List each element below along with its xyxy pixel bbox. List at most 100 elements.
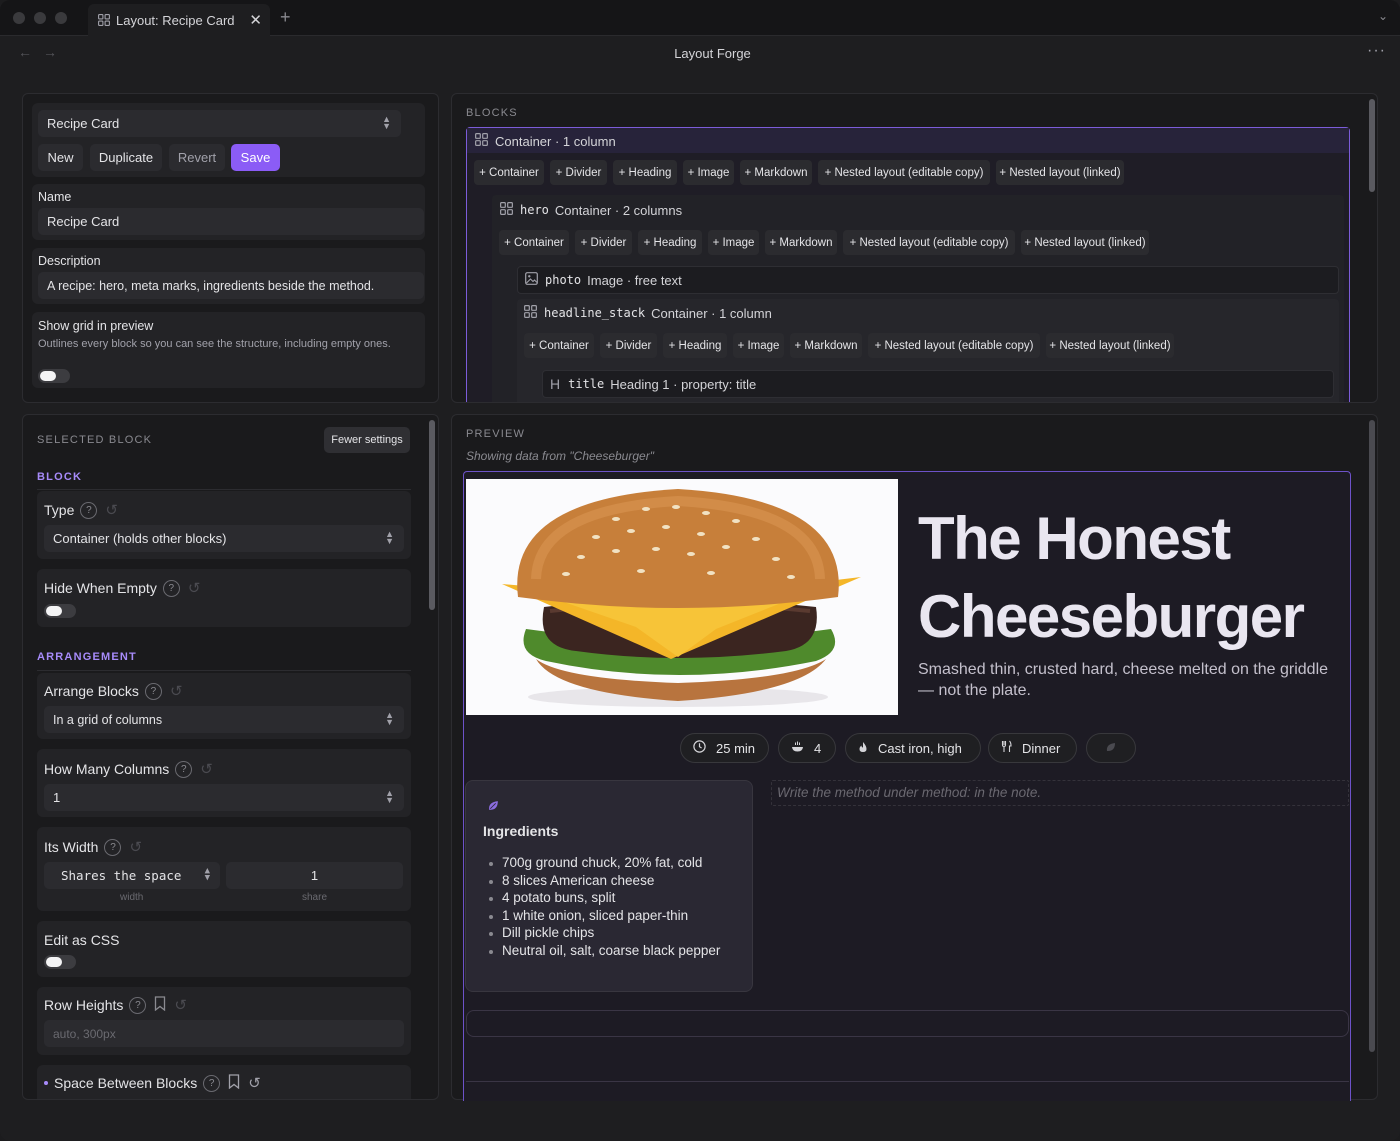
tree-node-title[interactable]: H title Heading 1 · property: title [542, 370, 1334, 398]
reset-icon[interactable]: ↺ [188, 579, 201, 597]
save-button[interactable]: Save [231, 144, 280, 171]
reset-icon[interactable]: ↺ [200, 760, 213, 778]
add-markdown-button[interactable]: + Markdown [740, 160, 812, 185]
type-label-row: Type ? ↺ [44, 501, 118, 519]
help-icon[interactable]: ? [203, 1074, 221, 1092]
add-nested-copy-button[interactable]: + Nested layout (editable copy) [843, 230, 1015, 255]
time-chip: 25 min [680, 733, 769, 763]
grid-icon [500, 202, 513, 218]
space-between-label: Space Between Blocks [54, 1075, 198, 1091]
add-nested-linked-button[interactable]: + Nested layout (linked) [996, 160, 1124, 185]
help-icon[interactable]: ? [144, 682, 162, 700]
selected-block-scrollbar[interactable] [429, 420, 435, 610]
edit-as-css-label: Edit as CSS [44, 932, 120, 948]
reset-icon[interactable]: ↺ [105, 501, 118, 519]
help-icon[interactable]: ? [80, 501, 98, 519]
clock-icon [693, 740, 706, 756]
preview-scrollbar[interactable] [1369, 420, 1375, 1052]
add-markdown-button[interactable]: + Markdown [765, 230, 837, 255]
reset-icon[interactable]: ↺ [248, 1074, 261, 1092]
add-image-button[interactable]: + Image [683, 160, 734, 185]
add-divider-button[interactable]: + Divider [550, 160, 607, 185]
updown-chevron-icon: ▲ ▼ [385, 529, 394, 546]
show-grid-label: Show grid in preview [38, 319, 154, 333]
row-heights-field[interactable]: auto, 300px [44, 1020, 404, 1047]
add-container-button[interactable]: + Container [499, 230, 569, 255]
grid-icon [524, 305, 537, 321]
name-field[interactable]: Recipe Card [38, 208, 424, 235]
app-title: Layout Forge [674, 46, 751, 61]
reset-icon[interactable]: ↺ [129, 838, 142, 856]
type-select-value: Container (holds other blocks) [53, 531, 227, 546]
bookmark-icon[interactable] [228, 1074, 240, 1092]
add-image-button[interactable]: + Image [733, 333, 784, 358]
add-heading-button[interactable]: + Heading [663, 333, 727, 358]
tab-layout-recipe-card[interactable]: Layout: Recipe Card ✕ [88, 4, 270, 36]
blocks-scrollbar[interactable] [1369, 99, 1375, 192]
description-label: Description [38, 254, 101, 268]
add-markdown-button[interactable]: + Markdown [790, 333, 862, 358]
add-heading-button[interactable]: + Heading [613, 160, 677, 185]
new-button[interactable]: New [38, 144, 83, 171]
reset-icon[interactable]: ↺ [170, 682, 183, 700]
add-divider-button[interactable]: + Divider [575, 230, 632, 255]
method-block[interactable]: Write the method under method: in the no… [771, 780, 1349, 806]
photo-node-type: Image · free text [587, 272, 682, 288]
add-nested-copy-button[interactable]: + Nested layout (editable copy) [818, 160, 990, 185]
new-tab-icon[interactable]: + [280, 7, 291, 28]
selected-block-panel: SELECTED BLOCK Fewer settings BLOCK Type… [22, 414, 439, 1100]
add-divider-button[interactable]: + Divider [600, 333, 657, 358]
updown-chevron-icon: ▲ ▼ [385, 788, 394, 805]
add-container-button[interactable]: + Container [474, 160, 544, 185]
add-nested-copy-button[interactable]: + Nested layout (editable copy) [868, 333, 1040, 358]
its-width-mode-select[interactable]: Shares the space ▲ ▼ [44, 862, 220, 889]
close-tab-icon[interactable]: ✕ [249, 11, 262, 29]
close-window-button[interactable] [13, 12, 25, 24]
modified-dot-icon [44, 1081, 48, 1085]
chevron-down-icon[interactable]: ⌄ [1378, 9, 1388, 23]
revert-button[interactable]: Revert [169, 144, 225, 171]
arrange-blocks-select[interactable]: In a grid of columns ▲ ▼ [44, 706, 404, 733]
list-item: 4 potato buns, split [489, 889, 742, 907]
add-image-button[interactable]: + Image [708, 230, 759, 255]
description-field[interactable]: A recipe: hero, meta marks, ingredients … [38, 272, 424, 299]
tree-node-photo[interactable]: photo Image · free text [517, 266, 1339, 294]
help-icon[interactable]: ? [162, 579, 180, 597]
show-grid-toggle[interactable] [38, 369, 70, 383]
tree-node-root[interactable]: Container · 1 column + Container + Divid… [466, 127, 1350, 402]
hide-when-empty-label-row: Hide When Empty ? ↺ [44, 579, 200, 597]
photo-node-name: photo [545, 273, 582, 287]
reset-icon[interactable]: ↺ [174, 996, 187, 1014]
layout-select[interactable]: Recipe Card ▲ ▼ [38, 110, 401, 137]
fewer-settings-button[interactable]: Fewer settings [324, 427, 410, 453]
empty-block[interactable] [466, 1010, 1349, 1037]
type-select[interactable]: Container (holds other blocks) ▲ ▼ [44, 525, 404, 552]
how-many-columns-label-row: How Many Columns ? ↺ [44, 760, 213, 778]
help-icon[interactable]: ? [175, 760, 193, 778]
how-many-columns-select[interactable]: 1 ▲ ▼ [44, 784, 404, 811]
help-icon[interactable]: ? [104, 838, 122, 856]
leaf-icon [487, 799, 500, 817]
add-nested-linked-button[interactable]: + Nested layout (linked) [1021, 230, 1149, 255]
root-node-type: Container · 1 column [495, 133, 616, 149]
more-options-icon[interactable]: ··· [1367, 42, 1386, 60]
divider [37, 670, 411, 671]
its-width-share-field[interactable]: 1 [226, 862, 403, 889]
hide-when-empty-toggle[interactable] [44, 604, 76, 618]
tree-node-hero[interactable]: hero Container · 2 columns + Container +… [492, 195, 1344, 402]
duplicate-button[interactable]: Duplicate [90, 144, 162, 171]
add-container-button[interactable]: + Container [524, 333, 594, 358]
edit-as-css-toggle[interactable] [44, 955, 76, 969]
add-heading-button[interactable]: + Heading [638, 230, 702, 255]
equipment-chip: Cast iron, high [845, 733, 981, 763]
updown-chevron-icon: ▲ ▼ [204, 866, 210, 883]
help-icon[interactable]: ? [129, 996, 147, 1014]
minimize-window-button[interactable] [34, 12, 46, 24]
add-nested-linked-button[interactable]: + Nested layout (linked) [1046, 333, 1174, 358]
bookmark-icon[interactable] [154, 996, 166, 1014]
flame-icon [858, 741, 868, 756]
headline-stack-node-header: headline_stack Container · 1 column [524, 305, 772, 321]
tree-node-headline-stack[interactable]: headline_stack Container · 1 column + Co… [517, 299, 1339, 402]
hero-node-name: hero [520, 203, 549, 217]
zoom-window-button[interactable] [55, 12, 67, 24]
